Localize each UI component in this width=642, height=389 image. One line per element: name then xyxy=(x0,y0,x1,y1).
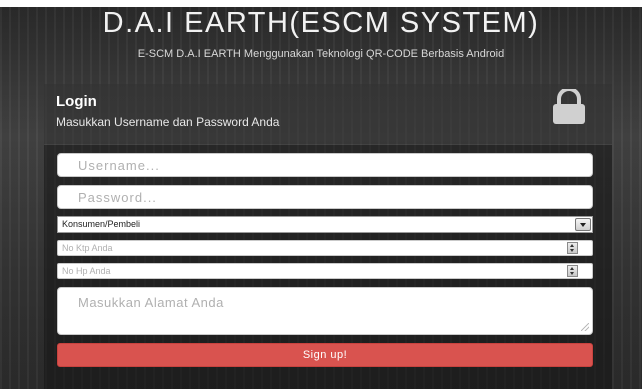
page-subtitle: E-SCM D.A.I EARTH Menggunakan Teknologi … xyxy=(137,48,505,60)
ktp-number-input[interactable]: No Ktp Anda xyxy=(57,240,593,256)
lock-icon xyxy=(553,89,585,124)
page-title: D.A.I EARTH(ESCM SYSTEM) xyxy=(102,7,540,39)
resize-handle-icon[interactable] xyxy=(581,323,589,331)
login-panel: Login Masukkan Username dan Password And… xyxy=(44,84,612,389)
login-subheading: Masukkan Username dan Password Anda xyxy=(56,115,280,129)
ktp-placeholder: No Ktp Anda xyxy=(62,243,113,253)
signup-button[interactable]: Sign up! xyxy=(57,343,593,367)
login-panel-header: Login Masukkan Username dan Password And… xyxy=(44,84,612,145)
address-textarea[interactable]: Masukkan Alamat Anda xyxy=(57,287,593,335)
login-heading: Login xyxy=(56,93,97,110)
username-input[interactable]: Username... xyxy=(57,153,593,177)
role-select-value: Konsumen/Pembeli xyxy=(62,219,141,229)
spinner-icon[interactable] xyxy=(567,265,578,277)
hp-placeholder: No Hp Anda xyxy=(62,266,111,276)
phone-number-input[interactable]: No Hp Anda xyxy=(57,263,593,279)
password-input[interactable]: Password... xyxy=(57,185,593,209)
chevron-down-icon[interactable] xyxy=(575,218,591,231)
spinner-icon[interactable] xyxy=(567,242,578,254)
address-placeholder: Masukkan Alamat Anda xyxy=(78,295,224,310)
role-select[interactable]: Konsumen/Pembeli xyxy=(57,216,593,233)
